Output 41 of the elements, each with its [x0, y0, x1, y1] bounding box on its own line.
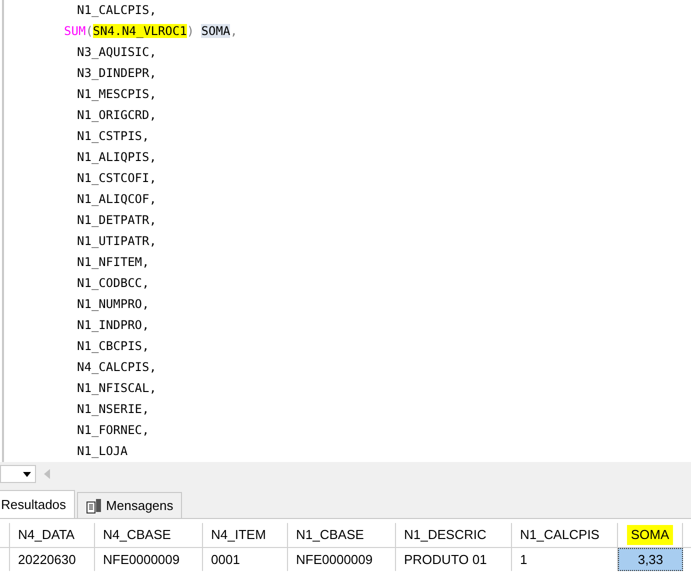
messages-icon — [86, 498, 102, 514]
code-line: N1_ALIQCOF, — [77, 191, 156, 208]
scroll-left-icon[interactable] — [44, 469, 50, 479]
code-line: N1_NSERIE, — [77, 401, 150, 418]
code-line: N1_MESCPIS, — [77, 86, 156, 103]
code-line: N1_INDPRO, — [77, 317, 150, 334]
code-line: N1_CODBCC, — [77, 275, 150, 292]
zoom-dropdown[interactable] — [0, 465, 36, 483]
column-header[interactable]: N1_CALCPIS — [520, 525, 600, 545]
code-line: N1_ORIGCRD, — [77, 107, 156, 124]
code-line: N1_UTIPATR, — [77, 233, 156, 250]
code-line: N1_CSTPIS, — [77, 128, 150, 145]
code-line: N1_CBCPIS, — [77, 338, 150, 355]
table-cell[interactable]: NFE0000009 — [95, 548, 203, 571]
code-line: N3_AQUISIC, — [77, 44, 156, 61]
column-header[interactable]: SOMA — [626, 525, 674, 545]
caret-icon — [23, 472, 31, 476]
code-line: N1_FORNEC, — [77, 422, 150, 439]
code-line: N1_NFITEM, — [77, 254, 150, 271]
table-cell[interactable]: NFE0000009 — [288, 548, 396, 571]
column-header[interactable]: N4_ITEM — [211, 525, 266, 545]
code-line: N1_LOJA — [77, 443, 128, 460]
code-line: N1_NUMPRO, — [77, 296, 150, 313]
table-cell[interactable]: PRODUTO 01 — [396, 548, 512, 571]
code-line: N1_NFISCAL, — [77, 380, 156, 397]
code-line: SUM(SN4.N4_VLROC1) SOMA, — [64, 23, 238, 40]
table-cell[interactable]: 0001 — [203, 548, 288, 571]
code-line: N3_DINDEPR, — [77, 65, 156, 82]
code-line: N1_CALCPIS, — [77, 2, 156, 19]
code-line: N1_CSTCOFI, — [77, 170, 156, 187]
column-header[interactable]: N4_DATA — [18, 525, 75, 545]
results-tab[interactable]: Mensagens — [77, 492, 182, 518]
table-cell[interactable]: 20220630 — [10, 548, 95, 571]
column-header[interactable]: N1_CBASE — [296, 525, 364, 545]
code-line: N1_ALIQPIS, — [77, 149, 156, 166]
table-cell[interactable]: 3,33 — [618, 548, 683, 571]
code-line: N1_DETPATR, — [77, 212, 156, 229]
column-header[interactable]: N1_DESCRIC — [404, 525, 486, 545]
column-header[interactable]: N4_CBASE — [103, 525, 171, 545]
code-line: N4_CALCPIS, — [77, 359, 156, 376]
results-tab[interactable]: Resultados — [0, 490, 76, 518]
